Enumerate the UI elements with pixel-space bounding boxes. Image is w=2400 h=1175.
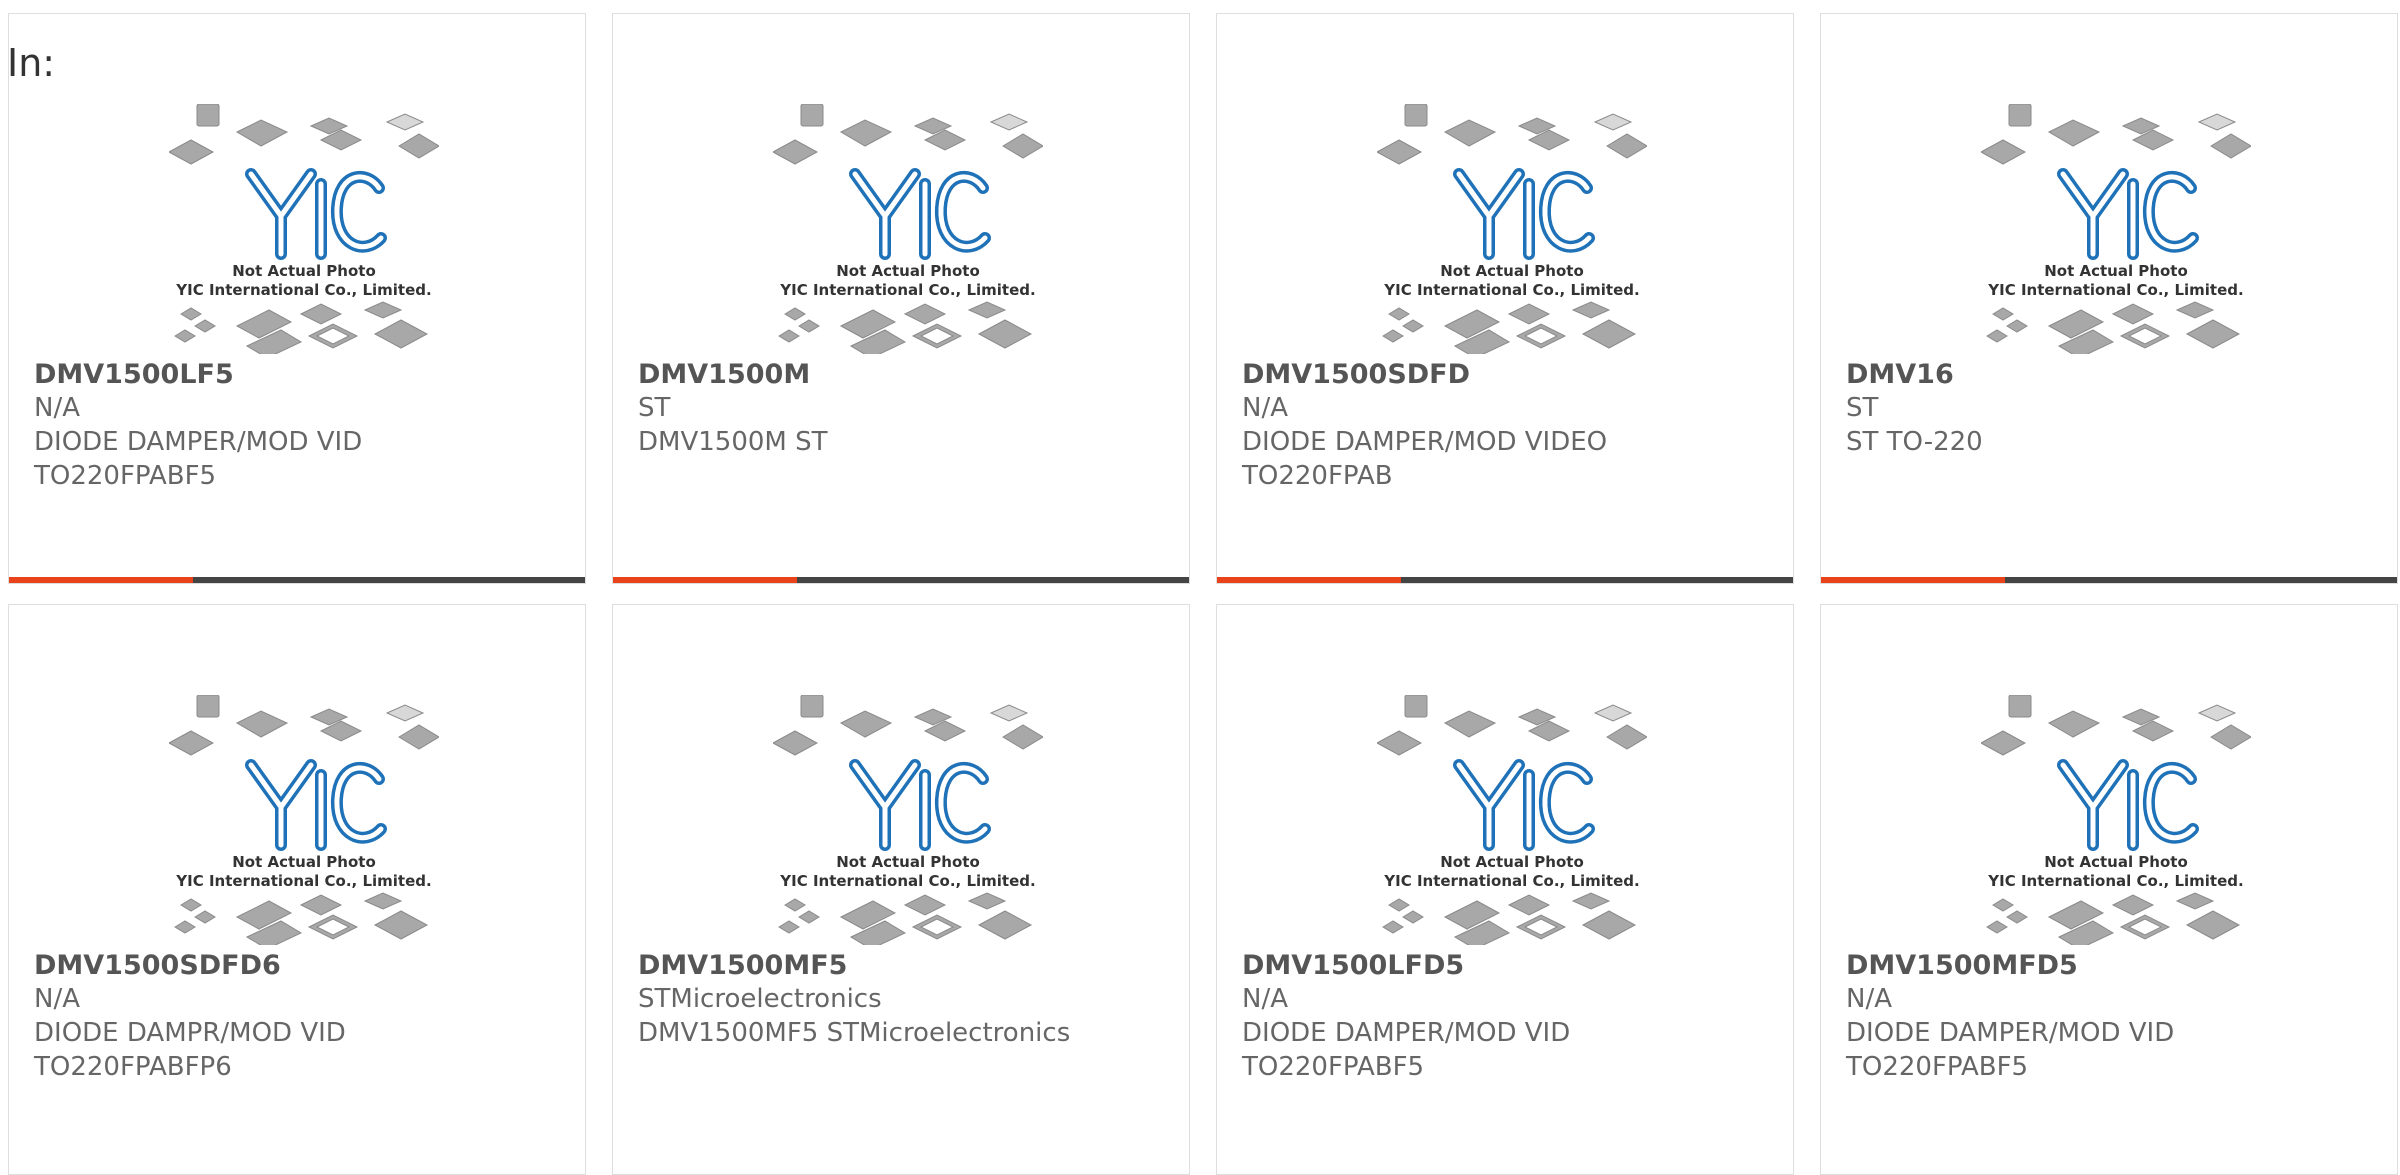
manufacturer: ST <box>638 393 671 423</box>
product-placeholder-image[interactable]: Not Actual Photo YIC International Co., … <box>169 104 439 354</box>
placeholder-caption: YIC International Co., Limited. <box>175 872 431 890</box>
card-accent-bar <box>1821 577 2397 583</box>
product-card[interactable]: Not Actual Photo YIC International Co., … <box>1820 604 2398 1175</box>
product-placeholder-image[interactable]: Not Actual Photo YIC International Co., … <box>773 104 1043 354</box>
description: DIODE DAMPER/MOD VID <box>1846 1018 2175 1048</box>
product-placeholder-image[interactable]: Not Actual Photo YIC International Co., … <box>1981 104 2251 354</box>
product-card[interactable]: Not Actual Photo YIC International Co., … <box>8 13 586 584</box>
manufacturer: N/A <box>1242 393 1288 423</box>
product-placeholder-image[interactable]: Not Actual Photo YIC International Co., … <box>1377 104 1647 354</box>
manufacturer: N/A <box>34 984 80 1014</box>
description: DIODE DAMPR/MOD VID <box>34 1018 346 1048</box>
card-accent-segment <box>1821 577 2005 583</box>
description: DIODE DAMPER/MOD VIDEO <box>1242 427 1608 457</box>
card-accent-segment <box>613 577 797 583</box>
product-placeholder-image[interactable]: Not Actual Photo YIC International Co., … <box>773 695 1043 945</box>
product-card[interactable]: Not Actual Photo YIC International Co., … <box>1820 13 2398 584</box>
placeholder-caption: Not Actual Photo <box>1440 262 1584 280</box>
manufacturer: ST <box>1846 393 1879 423</box>
placeholder-caption: YIC International Co., Limited. <box>1383 281 1639 299</box>
manufacturer: N/A <box>34 393 80 423</box>
product-info: DMV1500LFD5 N/A DIODE DAMPER/MOD VID TO220F… <box>1242 949 1782 1084</box>
placeholder-caption: YIC International Co., Limited. <box>1383 872 1639 890</box>
product-card[interactable]: Not Actual Photo YIC International Co., … <box>612 13 1190 584</box>
part-number[interactable]: DMV1500MF5 <box>638 949 1178 982</box>
placeholder-caption: Not Actual Photo <box>1440 853 1584 871</box>
product-placeholder-image[interactable]: Not Actual Photo YIC International Co., … <box>1377 695 1647 945</box>
search-scope-label: In: <box>7 41 56 85</box>
description: DIODE DAMPER/MOD VID <box>34 427 363 457</box>
placeholder-caption: Not Actual Photo <box>836 853 980 871</box>
placeholder-caption: YIC International Co., Limited. <box>779 281 1035 299</box>
package: TO220FPABF5 <box>1242 1052 1425 1082</box>
part-number[interactable]: DMV1500LF5 <box>34 358 574 391</box>
manufacturer: N/A <box>1242 984 1288 1014</box>
product-placeholder-image[interactable]: Not Actual Photo YIC International Co., … <box>1981 695 2251 945</box>
product-card[interactable]: Not Actual Photo YIC International Co., … <box>612 604 1190 1175</box>
card-accent-bar <box>9 577 585 583</box>
description: DMV1500M ST <box>638 427 828 457</box>
placeholder-caption: Not Actual Photo <box>232 262 376 280</box>
placeholder-caption: YIC International Co., Limited. <box>1987 281 2243 299</box>
card-accent-bar <box>1217 577 1793 583</box>
placeholder-caption: YIC International Co., Limited. <box>779 872 1035 890</box>
part-number[interactable]: DMV1500M <box>638 358 1178 391</box>
manufacturer: N/A <box>1846 984 1892 1014</box>
package: TO220FPABFP6 <box>34 1052 232 1082</box>
description: DIODE DAMPER/MOD VID <box>1242 1018 1571 1048</box>
card-accent-segment <box>1217 577 1401 583</box>
product-info: DMV1500SDFD N/A DIODE DAMPER/MOD VIDEO TO22… <box>1242 358 1782 493</box>
manufacturer: STMicroelectronics <box>638 984 882 1014</box>
product-grid: Not Actual Photo YIC International Co., … <box>0 0 2400 1175</box>
part-number[interactable]: DMV1500SDFD6 <box>34 949 574 982</box>
description: ST TO-220 <box>1846 427 1983 457</box>
product-card[interactable]: Not Actual Photo YIC International Co., … <box>8 604 586 1175</box>
package: TO220FPABF5 <box>34 461 217 491</box>
product-info: DMV1500SDFD6 N/A DIODE DAMPR/MOD VID TO220F… <box>34 949 574 1084</box>
product-info: DMV16 ST ST TO-220 <box>1846 358 2386 459</box>
package: TO220FPABF5 <box>1846 1052 2029 1082</box>
placeholder-caption: Not Actual Photo <box>836 262 980 280</box>
placeholder-caption: YIC International Co., Limited. <box>1987 872 2243 890</box>
card-accent-segment <box>9 577 193 583</box>
product-card[interactable]: Not Actual Photo YIC International Co., … <box>1216 13 1794 584</box>
description: DMV1500MF5 STMicroelectronics <box>638 1018 1071 1048</box>
product-info: DMV1500M ST DMV1500M ST <box>638 358 1178 459</box>
product-info: DMV1500LF5 N/A DIODE DAMPER/MOD VID TO220FP… <box>34 358 574 493</box>
part-number[interactable]: DMV16 <box>1846 358 2386 391</box>
placeholder-caption: YIC International Co., Limited. <box>175 281 431 299</box>
part-number[interactable]: DMV1500MFD5 <box>1846 949 2386 982</box>
product-placeholder-image[interactable]: Not Actual Photo YIC International Co., … <box>169 695 439 945</box>
placeholder-caption: Not Actual Photo <box>232 853 376 871</box>
product-card[interactable]: Not Actual Photo YIC International Co., … <box>1216 604 1794 1175</box>
card-accent-bar <box>613 577 1189 583</box>
part-number[interactable]: DMV1500SDFD <box>1242 358 1782 391</box>
product-info: DMV1500MF5 STMicroelectronics DMV1500MF5 S… <box>638 949 1178 1050</box>
placeholder-caption: Not Actual Photo <box>2044 853 2188 871</box>
package: TO220FPAB <box>1242 461 1393 491</box>
product-info: DMV1500MFD5 N/A DIODE DAMPER/MOD VID TO220F… <box>1846 949 2386 1084</box>
placeholder-caption: Not Actual Photo <box>2044 262 2188 280</box>
part-number[interactable]: DMV1500LFD5 <box>1242 949 1782 982</box>
